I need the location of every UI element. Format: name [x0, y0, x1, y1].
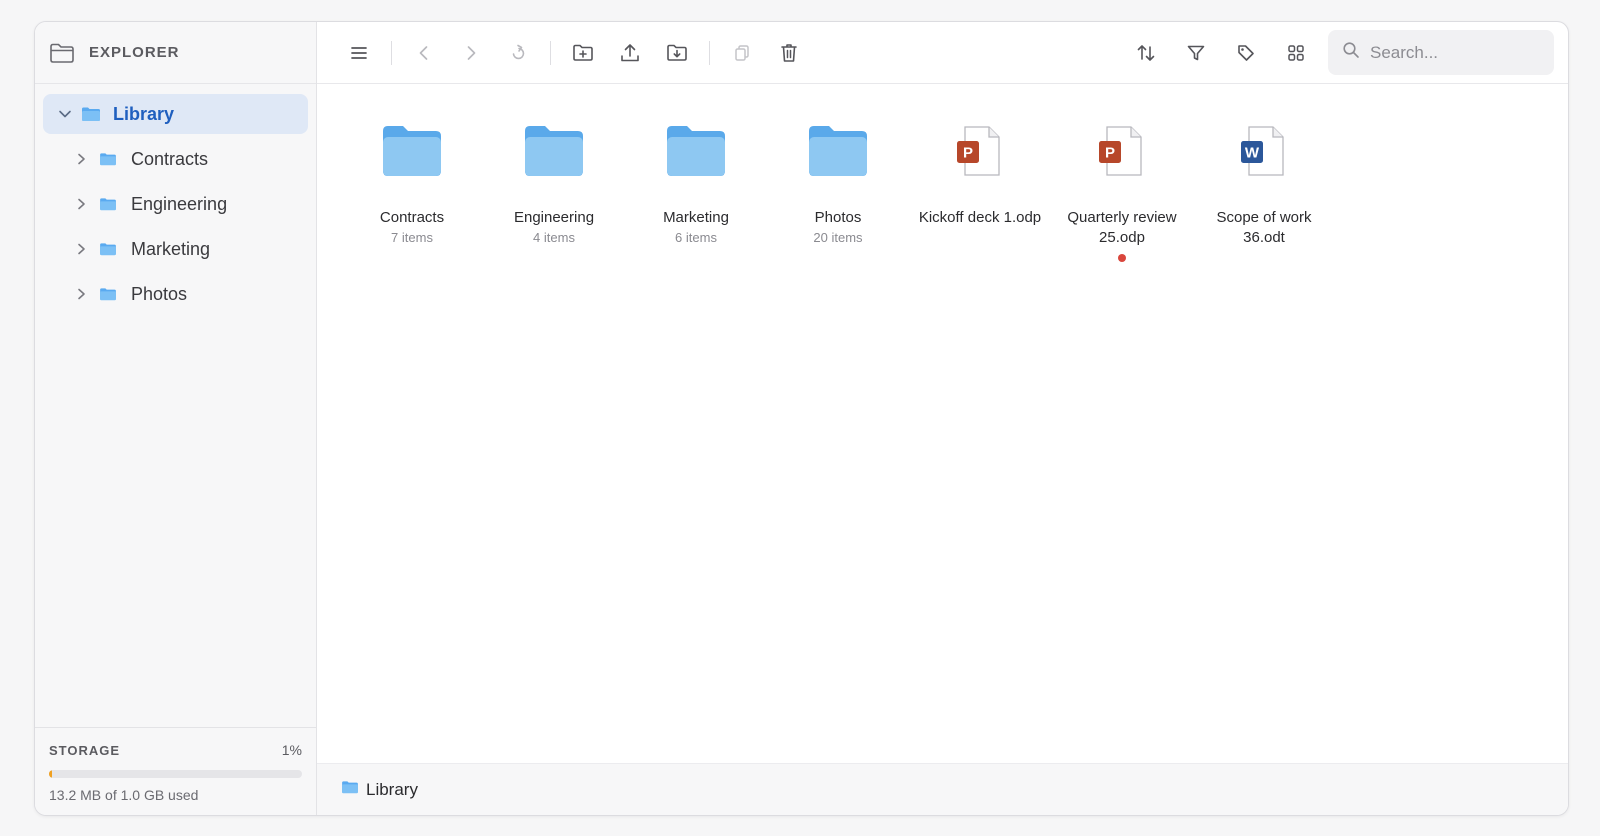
- tile-meta: 6 items: [675, 230, 717, 245]
- presentation-file-icon: P: [956, 120, 1004, 182]
- tile-meta: 7 items: [391, 230, 433, 245]
- folder-icon: [99, 151, 119, 167]
- toolbar-right: [1128, 30, 1554, 75]
- search-input[interactable]: [1370, 42, 1540, 63]
- tree-item-engineering[interactable]: Engineering: [43, 184, 308, 224]
- explorer-window: EXPLORER Library Contracts Engineering M…: [34, 21, 1569, 816]
- folder-icon: [99, 286, 119, 302]
- folder-icon: [341, 780, 359, 799]
- menu-icon[interactable]: [341, 35, 377, 71]
- trash-icon[interactable]: [771, 35, 807, 71]
- tree-item-library[interactable]: Library: [43, 94, 308, 134]
- tag-icon[interactable]: [1228, 35, 1264, 71]
- tree-item-label: Engineering: [131, 193, 228, 214]
- toolbar-divider: [391, 40, 392, 65]
- storage-title: STORAGE: [49, 742, 121, 758]
- file-badge: W: [1245, 145, 1260, 162]
- breadcrumb-library[interactable]: Library: [366, 780, 418, 800]
- tree-item-label: Photos: [131, 283, 188, 304]
- up-icon[interactable]: [500, 35, 536, 71]
- copy-icon[interactable]: [724, 35, 760, 71]
- folder-tile-marketing[interactable]: Marketing 6 items: [633, 120, 759, 245]
- sidebar-title: EXPLORER: [89, 44, 180, 61]
- toolbar-divider: [709, 40, 710, 65]
- tree-item-label: Contracts: [131, 148, 209, 169]
- document-file-icon: W: [1240, 120, 1288, 182]
- forward-icon[interactable]: [453, 35, 489, 71]
- toolbar-divider: [550, 40, 551, 65]
- file-tile-quarterly-review[interactable]: P Quarterly review 25.odp: [1059, 120, 1185, 262]
- download-icon[interactable]: [659, 35, 695, 71]
- folder-tile-contracts[interactable]: Contracts 7 items: [349, 120, 475, 245]
- upload-icon[interactable]: [612, 35, 648, 71]
- file-grid: Contracts 7 items Engineering 4 items Ma…: [317, 84, 1568, 763]
- tile-name: Contracts: [379, 209, 445, 226]
- tile-meta: 20 items: [813, 230, 863, 245]
- folder-icon: [665, 120, 727, 182]
- tile-name: Scope of work 36.odt: [1216, 209, 1312, 246]
- folder-icon: [99, 196, 119, 212]
- chevron-down-icon[interactable]: [57, 106, 73, 122]
- folder-icon: [99, 241, 119, 257]
- status-bar: Library: [317, 763, 1568, 815]
- folder-outline-icon: [49, 41, 77, 65]
- folder-tile-photos[interactable]: Photos 20 items: [775, 120, 901, 245]
- toolbar: [317, 22, 1568, 84]
- file-badge: P: [963, 145, 973, 162]
- storage-percent: 1%: [281, 742, 302, 758]
- storage-panel: STORAGE 1% 13.2 MB of 1.0 GB used: [35, 727, 316, 815]
- filter-icon[interactable]: [1178, 35, 1214, 71]
- main-pane: Contracts 7 items Engineering 4 items Ma…: [317, 22, 1568, 815]
- tile-name: Engineering: [513, 209, 595, 226]
- tree-item-marketing[interactable]: Marketing: [43, 229, 308, 269]
- grid-view-icon[interactable]: [1278, 35, 1314, 71]
- tree-item-label: Marketing: [131, 238, 211, 259]
- file-tile-kickoff-deck[interactable]: P Kickoff deck 1.odp: [917, 120, 1043, 228]
- folder-tile-engineering[interactable]: Engineering 4 items: [491, 120, 617, 245]
- folder-tree: Library Contracts Engineering Marketing …: [35, 84, 316, 329]
- status-dot: [1118, 254, 1126, 262]
- chevron-right-icon[interactable]: [73, 196, 89, 212]
- search-icon: [1342, 41, 1360, 64]
- tile-name: Kickoff deck 1.odp: [918, 209, 1042, 226]
- folder-icon: [807, 120, 869, 182]
- new-folder-icon[interactable]: [565, 35, 601, 71]
- back-icon[interactable]: [406, 35, 442, 71]
- storage-bar-fill: [49, 770, 52, 778]
- search-box[interactable]: [1328, 30, 1554, 75]
- tile-meta: 4 items: [533, 230, 575, 245]
- tree-item-photos[interactable]: Photos: [43, 274, 308, 314]
- chevron-right-icon[interactable]: [73, 151, 89, 167]
- folder-icon: [523, 120, 585, 182]
- folder-icon: [381, 120, 443, 182]
- storage-bar: [49, 770, 302, 778]
- sidebar: EXPLORER Library Contracts Engineering M…: [35, 22, 317, 815]
- tree-item-label: Library: [113, 103, 175, 124]
- tile-name: Quarterly review 25.odp: [1067, 209, 1177, 246]
- file-badge: P: [1105, 145, 1115, 162]
- tree-item-contracts[interactable]: Contracts: [43, 139, 308, 179]
- chevron-right-icon[interactable]: [73, 286, 89, 302]
- folder-icon: [81, 106, 101, 122]
- chevron-right-icon[interactable]: [73, 241, 89, 257]
- storage-used-label: 13.2 MB of 1.0 GB used: [49, 787, 199, 803]
- sidebar-header: EXPLORER: [35, 22, 316, 84]
- tile-name: Marketing: [663, 209, 729, 226]
- tile-name: Photos: [814, 209, 862, 226]
- sort-icon[interactable]: [1128, 35, 1164, 71]
- presentation-file-icon: P: [1098, 120, 1146, 182]
- file-tile-scope-of-work[interactable]: W Scope of work 36.odt: [1201, 120, 1327, 248]
